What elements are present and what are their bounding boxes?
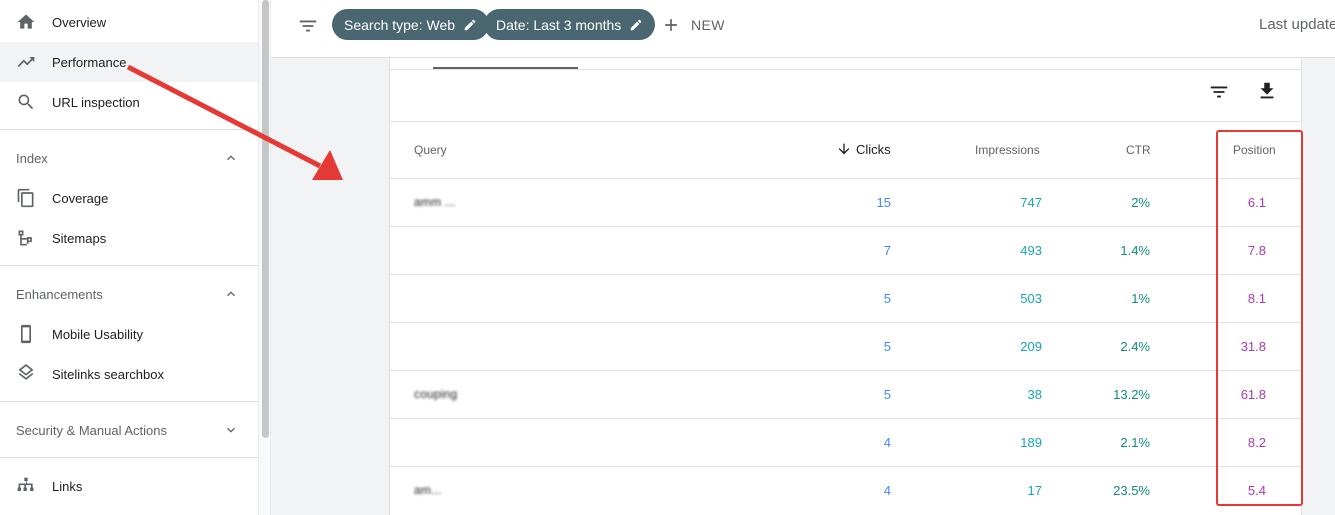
search-icon <box>18 94 34 110</box>
clicks-cell: 5 <box>883 387 891 402</box>
query-cell: amm ... <box>414 195 456 209</box>
section-enhancements[interactable]: Enhancements <box>0 274 258 314</box>
edit-icon <box>631 19 642 30</box>
ctr-cell: 2.1% <box>1120 435 1150 450</box>
sidebar-item-label: Overview <box>52 14 107 30</box>
ctr-cell: 13.2% <box>1113 387 1150 402</box>
filter-icon[interactable] <box>297 15 319 37</box>
home-icon <box>17 14 35 29</box>
chevron-up-icon <box>227 291 235 297</box>
table-row[interactable]: couping 5 38 13.2% 61.8 <box>390 370 1301 418</box>
filter-bar: Search type: Web Date: Last 3 months NEW… <box>271 0 1335 58</box>
column-header-ctr[interactable]: CTR <box>1126 143 1151 157</box>
date-chip[interactable]: Date: Last 3 months <box>484 9 656 40</box>
sidebar: Overview Performance URL inspection Inde… <box>0 0 258 515</box>
sidebar-item-label: Performance <box>52 54 127 70</box>
tab-divider <box>390 69 1301 70</box>
search-type-chip[interactable]: Search type: Web <box>332 9 490 40</box>
sidebar-item-url-inspection[interactable]: URL inspection <box>0 82 258 122</box>
query-cell: couping <box>414 387 458 401</box>
sidebar-item-label: Sitemaps <box>52 230 107 246</box>
divider <box>0 129 258 130</box>
ctr-cell: 2.4% <box>1120 339 1150 354</box>
plus-icon <box>665 19 677 31</box>
edit-icon <box>464 19 476 30</box>
section-index[interactable]: Index <box>0 138 258 178</box>
sidebar-scrollbar[interactable] <box>258 0 271 515</box>
ctr-cell: 1.4% <box>1120 243 1150 258</box>
toolbar-divider <box>390 121 1301 122</box>
impressions-cell: 17 <box>1027 483 1042 498</box>
chip-label: Search type: Web <box>344 16 456 33</box>
clicks-cell: 4 <box>883 483 891 498</box>
layers-icon <box>18 364 34 380</box>
sidebar-item-label: URL inspection <box>52 94 140 110</box>
copy-icon <box>17 188 34 208</box>
impressions-cell: 493 <box>1020 243 1042 258</box>
column-header-clicks[interactable]: Clicks <box>836 141 891 157</box>
links-icon <box>17 477 34 491</box>
sidebar-item-mobile-usability[interactable]: Mobile Usability <box>0 314 258 354</box>
table-row[interactable]: 5 209 2.4% 31.8 <box>390 322 1301 370</box>
new-filter-button[interactable]: NEW <box>661 13 725 37</box>
clicks-cell: 7 <box>883 243 891 258</box>
clicks-cell: 5 <box>883 339 891 354</box>
active-tab-indicator <box>433 67 578 69</box>
sidebar-item-sitemaps[interactable]: Sitemaps <box>0 218 258 258</box>
impressions-cell: 747 <box>1020 195 1042 210</box>
last-update-text: Last update <box>1259 16 1335 33</box>
sidebar-item-performance[interactable]: Performance <box>0 42 258 82</box>
section-title: Index <box>16 150 48 166</box>
trending-up-icon <box>17 57 35 67</box>
scrollbar-thumb[interactable] <box>262 0 269 438</box>
clicks-header-label: Clicks <box>856 141 891 157</box>
table-row[interactable]: 7 493 1.4% 7.8 <box>390 226 1301 274</box>
table-row[interactable]: am... 4 17 23.5% 5.4 <box>390 466 1301 514</box>
sidebar-item-label: Links <box>52 478 83 494</box>
section-security[interactable]: Security & Manual Actions <box>0 410 258 450</box>
impressions-cell: 209 <box>1020 339 1042 354</box>
column-header-impressions[interactable]: Impressions <box>975 143 1040 157</box>
position-column-highlight <box>1216 130 1303 506</box>
ctr-cell: 2% <box>1131 195 1150 210</box>
divider <box>0 401 258 402</box>
download-icon[interactable] <box>1256 80 1278 102</box>
column-header-query[interactable]: Query <box>414 143 447 157</box>
table-row[interactable]: 4 189 2.1% 8.2 <box>390 418 1301 466</box>
impressions-cell: 503 <box>1020 291 1042 306</box>
main-content: Search type: Web Date: Last 3 months NEW… <box>271 0 1335 515</box>
ctr-cell: 23.5% <box>1113 483 1150 498</box>
smartphone-icon <box>21 324 31 344</box>
divider <box>0 457 258 458</box>
chevron-down-icon <box>227 427 235 433</box>
impressions-cell: 38 <box>1027 387 1042 402</box>
sidebar-item-label: Coverage <box>52 190 109 206</box>
new-label: NEW <box>691 17 725 33</box>
sidebar-item-links[interactable]: Links <box>0 466 258 506</box>
ctr-cell: 1% <box>1131 291 1150 306</box>
queries-table-card: Query Clicks Impressions CTR Position am… <box>389 58 1302 515</box>
sitemap-icon <box>18 230 32 246</box>
table-row[interactable]: amm ... 15 747 2% 6.1 <box>390 178 1301 226</box>
sidebar-item-label: Mobile Usability <box>52 326 144 342</box>
section-title: Enhancements <box>16 286 103 302</box>
table-row[interactable]: 5 503 1% 8.1 <box>390 274 1301 322</box>
impressions-cell: 189 <box>1020 435 1042 450</box>
sidebar-item-coverage[interactable]: Coverage <box>0 178 258 218</box>
clicks-cell: 4 <box>883 435 891 450</box>
section-title: Security & Manual Actions <box>16 422 168 438</box>
filter-rows-icon[interactable] <box>1208 81 1230 103</box>
divider <box>0 265 258 266</box>
query-cell: am... <box>414 483 442 497</box>
clicks-cell: 15 <box>876 195 891 210</box>
sidebar-item-label: Sitelinks searchbox <box>52 366 164 382</box>
chip-label: Date: Last 3 months <box>496 16 622 33</box>
clicks-cell: 5 <box>883 291 891 306</box>
chevron-up-icon <box>227 155 235 161</box>
arrow-down-icon <box>838 143 850 155</box>
sidebar-item-sitelinks-searchbox[interactable]: Sitelinks searchbox <box>0 354 258 394</box>
sidebar-item-overview[interactable]: Overview <box>0 2 258 42</box>
